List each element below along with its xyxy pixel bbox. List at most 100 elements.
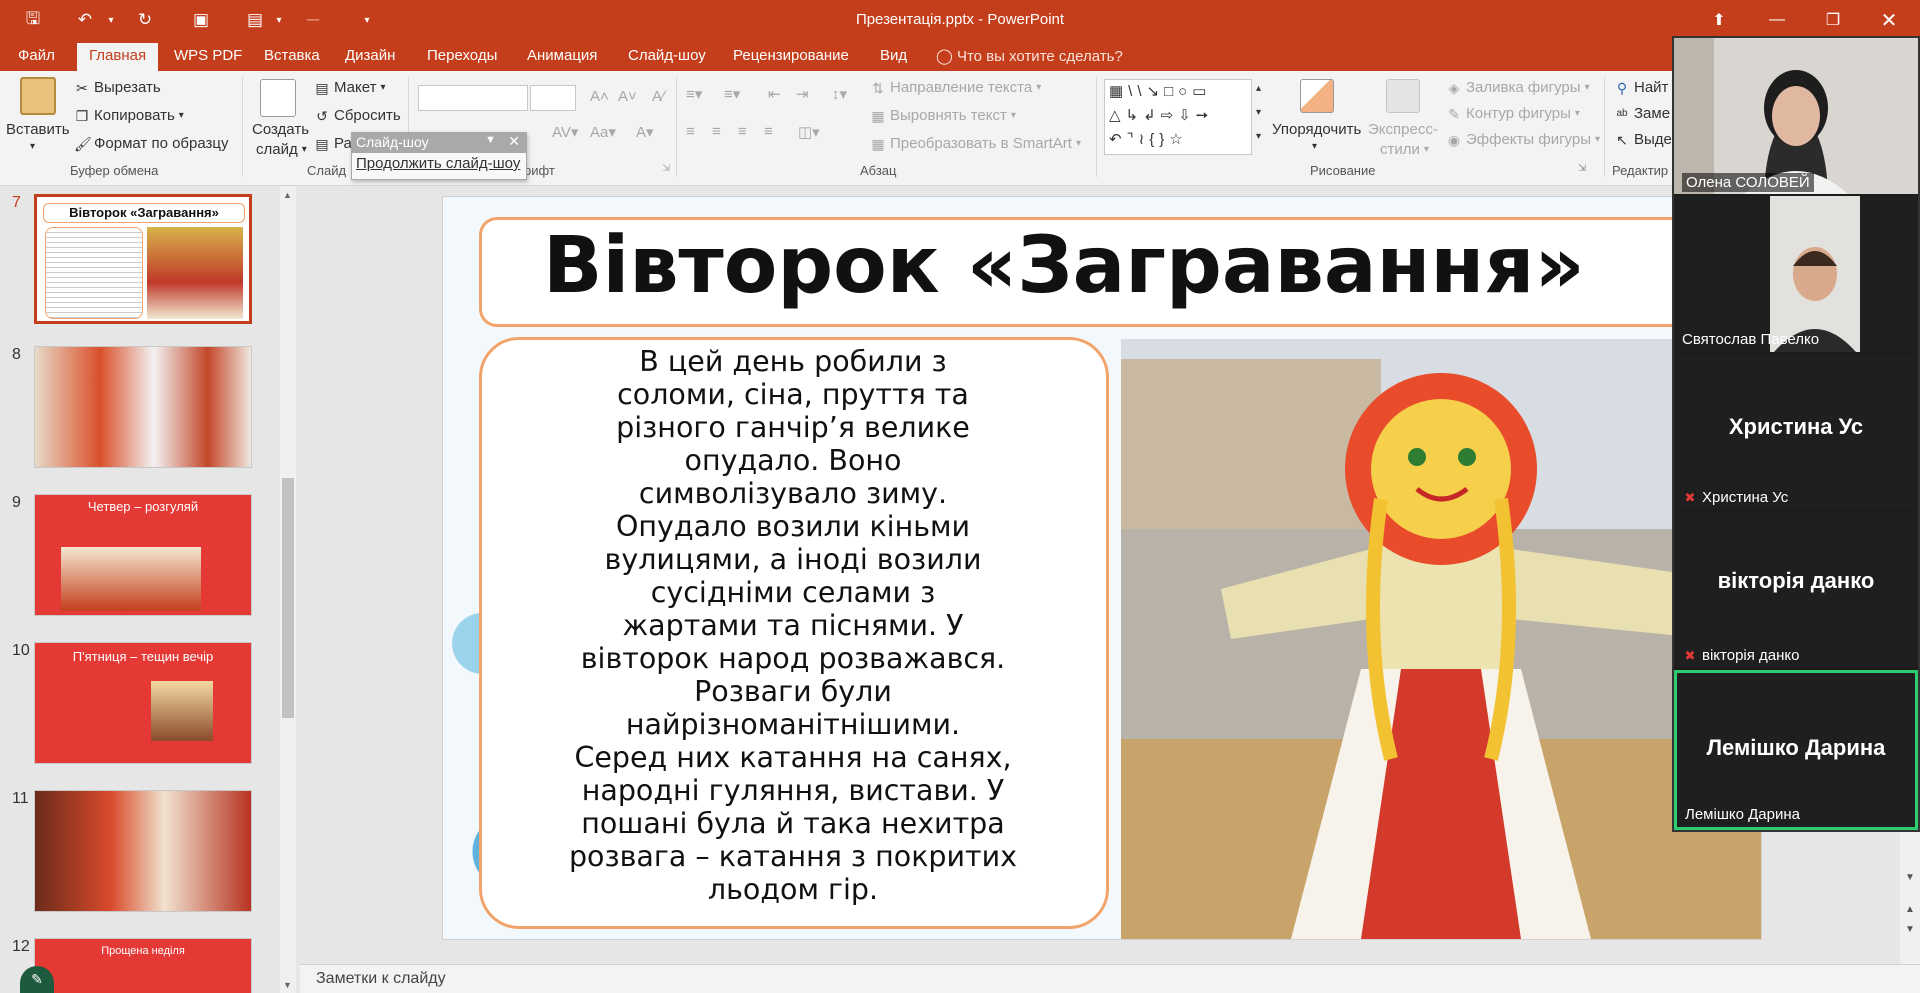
columns-icon[interactable]: ◫▾ <box>798 123 820 141</box>
decrease-indent-icon[interactable]: ⇤ <box>768 85 781 103</box>
tab-review[interactable]: Рецензирование <box>733 47 849 64</box>
quick-styles-dropdown-icon: ▾ <box>1423 144 1429 155</box>
arrange-button[interactable]: Упорядочить <box>1272 121 1361 138</box>
quick-styles-icon[interactable] <box>1386 79 1420 113</box>
bullets-icon[interactable]: ≡▾ <box>686 85 702 103</box>
quick-styles-button-line2[interactable]: стили ▾ <box>1380 141 1429 158</box>
slide-title[interactable]: Вівторок «Загравання» <box>543 221 1585 311</box>
slide-body-text[interactable]: В цей день робили з соломи, сіна, пруття… <box>483 345 1103 906</box>
tab-view[interactable]: Вид <box>880 47 907 64</box>
shapes-scroll-up-icon[interactable]: ▴ <box>1256 83 1261 94</box>
new-slide-button-line2[interactable]: слайд ▾ <box>256 141 307 158</box>
layout-button[interactable]: ▤ Макет ▾ <box>314 79 385 96</box>
tab-transitions[interactable]: Переходы <box>427 47 497 64</box>
tab-insert[interactable]: Вставка <box>264 47 320 64</box>
copy-icon: ❐ <box>75 107 89 124</box>
justify-icon[interactable]: ≡ <box>764 123 773 140</box>
align-right-icon[interactable]: ≡ <box>738 123 747 140</box>
thumbnail-number: 7 <box>12 194 21 211</box>
tab-slideshow[interactable]: Слайд-шоу <box>628 47 706 64</box>
slide-thumbnail-7[interactable]: Вівторок «Загравання» <box>34 194 252 324</box>
notes-pane[interactable]: Заметки к слайду <box>300 964 1920 993</box>
grow-font-icon[interactable]: A˄ <box>590 88 609 105</box>
line-spacing-icon[interactable]: ↕▾ <box>832 85 847 103</box>
scrollbar-thumb[interactable] <box>282 478 294 718</box>
thumbnail-image <box>61 547 201 611</box>
shape-outline-button[interactable]: ✎ Контур фигуры ▾ <box>1446 105 1580 122</box>
maslenitsa-effigy-photo[interactable] <box>1121 339 1761 939</box>
drawing-dialog-launcher-icon[interactable]: ⇲ <box>1578 163 1586 174</box>
font-color-icon[interactable]: A▾ <box>636 123 654 141</box>
slide-thumbnail-8[interactable] <box>34 346 252 468</box>
smartart-button[interactable]: ▦ Преобразовать в SmartArt ▾ <box>870 135 1081 152</box>
quick-styles-label: стили <box>1380 141 1420 158</box>
chevron-down-icon[interactable]: ▼ <box>485 134 496 146</box>
restore-icon[interactable]: ❐ <box>1810 0 1856 40</box>
ribbon-display-icon[interactable]: ⬆ <box>1696 0 1742 40</box>
tab-animations[interactable]: Анимация <box>527 47 597 64</box>
shapes-gallery[interactable]: ▦\\↘□○▭ △↳↲⇨⇩➙ ↶⌝≀{}☆ <box>1104 79 1252 155</box>
quick-styles-button[interactable]: Экспресс- <box>1368 121 1438 138</box>
cut-button[interactable]: ✂ Вырезать <box>74 79 161 96</box>
next-slide-icon[interactable]: ▼ <box>1905 924 1915 935</box>
pen-icon[interactable]: ✎ <box>20 966 54 993</box>
select-button[interactable]: ↖ Выде <box>1614 131 1672 148</box>
scroll-down-icon[interactable]: ▼ <box>1905 872 1915 883</box>
change-case-icon[interactable]: Aa▾ <box>590 123 616 141</box>
participant-tile[interactable]: Святослав Павелко <box>1674 196 1918 352</box>
tab-file[interactable]: Файл <box>18 47 55 64</box>
section-button[interactable]: ▤ Ра <box>314 135 351 152</box>
shapes-more-icon[interactable]: ▾ <box>1256 131 1261 142</box>
slide-thumbnail-12[interactable]: Прощена неділя <box>34 938 252 993</box>
resume-slideshow-item[interactable]: Продолжить слайд-шоу <box>352 153 526 174</box>
align-left-icon[interactable]: ≡ <box>686 123 695 140</box>
font-size-combo[interactable] <box>530 85 576 111</box>
participant-tile[interactable]: Олена СОЛОВЕЙ <box>1674 38 1918 194</box>
arrange-icon[interactable] <box>1300 79 1334 113</box>
tab-design[interactable]: Дизайн <box>345 47 395 64</box>
find-button[interactable]: ⚲ Найт <box>1614 79 1669 96</box>
shape-fill-button[interactable]: ◈ Заливка фигуры ▾ <box>1446 79 1590 96</box>
char-spacing-icon[interactable]: AV▾ <box>552 123 578 141</box>
replace-button[interactable]: ab Заме <box>1614 105 1670 122</box>
text-direction-button[interactable]: ⇅ Направление текста ▾ <box>870 79 1041 96</box>
slide-thumbnail-11[interactable] <box>34 790 252 912</box>
participant-tile-active-speaker[interactable]: Лемішко Дарина Лемішко Дарина <box>1674 670 1918 830</box>
paste-button[interactable]: Вставить <box>6 121 70 138</box>
font-dialog-launcher-icon[interactable]: ⇲ <box>662 163 670 174</box>
slide-canvas[interactable]: Вівторок «Загравання» В цей день робили … <box>442 196 1762 940</box>
slide-thumbnail-10[interactable]: П'ятниця – тещин вечір <box>34 642 252 764</box>
slide-thumbnail-9[interactable]: Четвер – розгуляй <box>34 494 252 616</box>
copy-button[interactable]: ❐ Копировать ▾ <box>74 107 184 124</box>
align-center-icon[interactable]: ≡ <box>712 123 721 140</box>
minimize-icon[interactable]: — <box>1754 0 1800 40</box>
clear-format-icon[interactable]: A∕ <box>652 88 665 105</box>
paste-icon[interactable] <box>20 77 56 115</box>
tell-me-search[interactable]: ◯ Что вы хотите сделать? <box>936 47 1123 65</box>
tab-wps-pdf[interactable]: WPS PDF <box>174 47 242 64</box>
shrink-font-icon[interactable]: A˅ <box>618 88 637 105</box>
tab-home[interactable]: Главная <box>77 43 159 71</box>
arrange-dropdown-icon[interactable]: ▾ <box>1312 141 1317 152</box>
body-line: народні гуляння, вистави. У <box>581 774 1005 807</box>
numbering-icon[interactable]: ≡▾ <box>724 85 740 103</box>
previous-slide-icon[interactable]: ▲ <box>1905 904 1915 915</box>
participant-tile[interactable]: вікторія данко ✖ вікторія данко <box>1674 512 1918 668</box>
increase-indent-icon[interactable]: ⇥ <box>796 85 809 103</box>
scroll-up-icon[interactable]: ▲ <box>283 190 292 200</box>
reset-button[interactable]: ↺ Сбросить <box>314 107 401 124</box>
close-icon[interactable]: ✕ <box>508 133 520 150</box>
shape-effects-dropdown-icon: ▾ <box>1595 134 1601 145</box>
participant-tile[interactable]: Христина Ус ✖ Христина Ус <box>1674 354 1918 510</box>
scroll-down-icon[interactable]: ▼ <box>283 980 292 990</box>
close-icon[interactable]: ✕ <box>1866 0 1912 40</box>
paste-dropdown-icon[interactable]: ▾ <box>30 141 35 152</box>
font-name-combo[interactable] <box>418 85 528 111</box>
thumbnails-scrollbar[interactable]: ▲ ▼ <box>280 186 296 993</box>
new-slide-icon[interactable] <box>260 79 296 117</box>
new-slide-button[interactable]: Создать <box>252 121 309 138</box>
align-text-button[interactable]: ▦ Выровнять текст ▾ <box>870 107 1016 124</box>
shapes-scroll-down-icon[interactable]: ▾ <box>1256 107 1261 118</box>
format-painter-button[interactable]: 🖌 Формат по образцу <box>74 135 229 152</box>
shape-effects-button[interactable]: ◉ Эффекты фигуры ▾ <box>1446 131 1600 148</box>
